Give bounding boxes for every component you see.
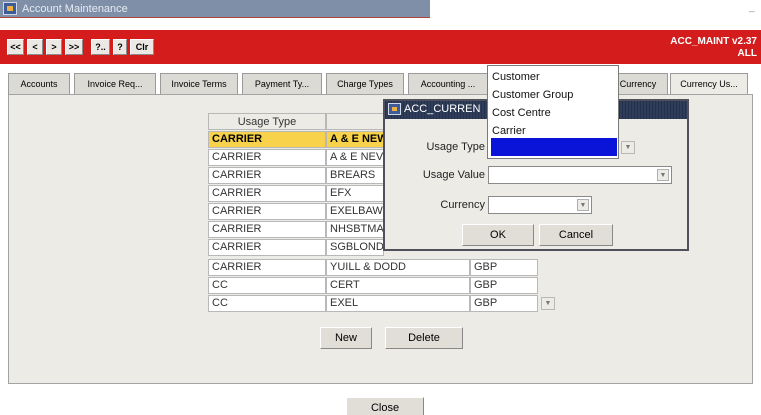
table-row-currency[interactable]: GBP [470, 259, 538, 276]
last-record-button[interactable]: >> [65, 39, 83, 55]
delete-button[interactable]: Delete [385, 327, 463, 349]
new-button[interactable]: New [320, 327, 372, 349]
chevron-down-icon[interactable]: ▼ [541, 297, 555, 310]
table-row-usage-value[interactable]: EXEL [326, 295, 470, 312]
usage-value-select[interactable]: ▼ [488, 166, 672, 184]
table-row-usage-type[interactable]: CARRIER [208, 221, 326, 238]
table-row-usage-value[interactable]: CERT [326, 277, 470, 294]
usage-value-label: Usage Value [422, 169, 485, 181]
table-row-usage-value[interactable]: EFX [326, 185, 384, 202]
tab-payment-types[interactable]: Payment Ty... [242, 73, 322, 95]
column-header-usage-value[interactable] [326, 113, 386, 130]
dropdown-option-carrier[interactable]: Carrier [492, 125, 526, 137]
tab-invoice-req[interactable]: Invoice Req... [74, 73, 156, 95]
tab-currency-usage[interactable]: Currency Us... [670, 73, 748, 95]
dialog-app-icon [388, 103, 401, 115]
table-row-usage-value[interactable]: YUILL & DODD [326, 259, 470, 276]
usage-type-dropdown[interactable]: Customer Customer Group Cost Centre Carr… [487, 65, 619, 159]
table-row-usage-type[interactable]: CARRIER [208, 131, 326, 148]
toolbar: << < > >> ?.. ? Clr ACC_MAINT v2.37 ALL [0, 30, 761, 64]
table-row-usage-type[interactable]: CARRIER [208, 167, 326, 184]
first-record-button[interactable]: << [7, 39, 24, 55]
table-row-usage-value[interactable]: NHSBTMA [326, 221, 384, 238]
tab-invoice-terms[interactable]: Invoice Terms [160, 73, 238, 95]
tab-charge-types[interactable]: Charge Types [326, 73, 404, 95]
currency-select[interactable]: ▼ [488, 196, 592, 214]
column-header-usage-type[interactable]: Usage Type [208, 113, 326, 130]
dropdown-option-cost-centre[interactable]: Cost Centre [492, 107, 551, 119]
window-title: Account Maintenance [22, 3, 128, 15]
ok-button[interactable]: OK [462, 224, 534, 246]
table-row-usage-value[interactable]: SGBLOND [326, 239, 384, 256]
app-id-label: ACC_MAINT v2.37 [670, 36, 757, 47]
table-row-usage-type[interactable]: CARRIER [208, 203, 326, 220]
query-button[interactable]: ?.. [91, 39, 110, 55]
table-row-usage-type[interactable]: CARRIER [208, 259, 326, 276]
clear-button[interactable]: Clr [130, 39, 154, 55]
currency-label: Currency [440, 199, 485, 211]
table-row-usage-type[interactable]: CARRIER [208, 149, 326, 166]
table-row-usage-value[interactable]: EXELBAW [326, 203, 384, 220]
table-row-usage-type[interactable]: CC [208, 277, 326, 294]
table-row-currency[interactable]: GBP [470, 277, 538, 294]
table-row-usage-type[interactable]: CARRIER [208, 185, 326, 202]
prev-record-button[interactable]: < [27, 39, 43, 55]
table-row-usage-value[interactable]: A & E NEW [326, 131, 384, 148]
table-row-usage-type[interactable]: CARRIER [208, 239, 326, 256]
table-row-usage-type[interactable]: CC [208, 295, 326, 312]
chevron-down-icon[interactable]: ▼ [657, 169, 669, 181]
dropdown-selection-highlight[interactable] [491, 138, 617, 156]
app-icon [3, 2, 17, 15]
dropdown-option-customer[interactable]: Customer [492, 71, 540, 83]
table-row-currency[interactable]: GBP [470, 295, 538, 312]
cancel-button[interactable]: Cancel [539, 224, 613, 246]
help-button[interactable]: ? [113, 39, 127, 55]
tab-accounting[interactable]: Accounting ... [408, 73, 488, 95]
app-scope-label: ALL [737, 48, 757, 59]
minimize-icon[interactable]: _ [749, 2, 755, 14]
chevron-down-icon[interactable]: ▼ [621, 141, 635, 154]
dropdown-option-customer-group[interactable]: Customer Group [492, 89, 573, 101]
tab-accounts[interactable]: Accounts [8, 73, 70, 95]
table-row-usage-value[interactable]: A & E NEV [326, 149, 384, 166]
usage-type-label: Usage Type [426, 141, 485, 153]
app-version: ACC_MAINT v2.37 ALL [670, 36, 757, 60]
chevron-down-icon[interactable]: ▼ [577, 199, 589, 211]
titlebar-blank: _ [430, 0, 761, 18]
close-button[interactable]: Close [346, 397, 424, 415]
dialog-title: ACC_CURREN [404, 103, 481, 115]
window-titlebar: Account Maintenance [0, 0, 430, 18]
next-record-button[interactable]: > [46, 39, 62, 55]
table-row-usage-value[interactable]: BREARS [326, 167, 384, 184]
